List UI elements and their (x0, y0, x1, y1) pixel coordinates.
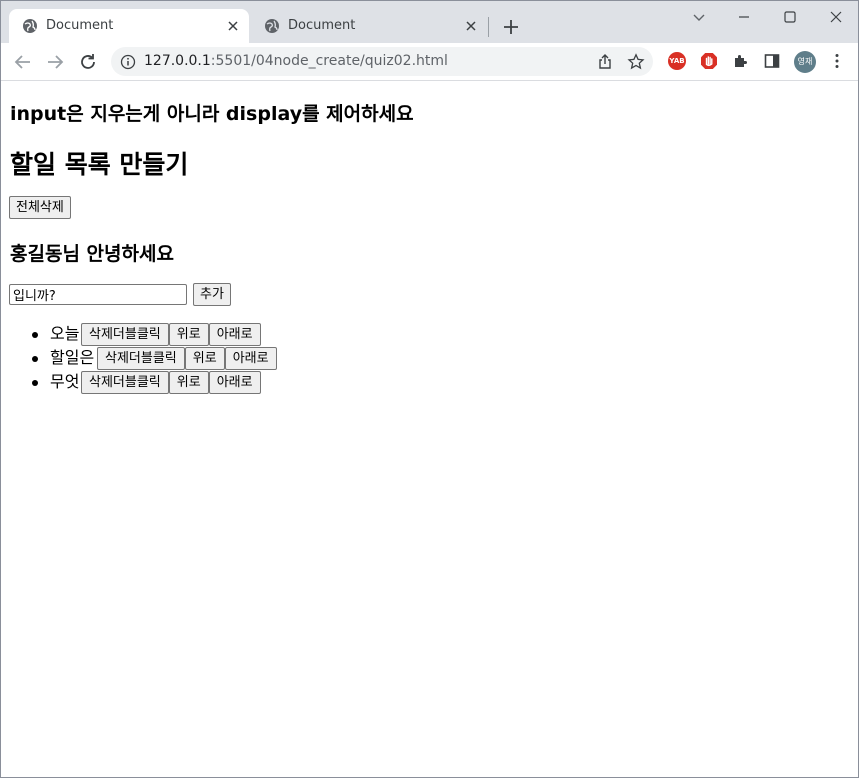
greeting-heading: 홍길동님 안녕하세요 (10, 243, 174, 265)
maximize-icon[interactable] (780, 7, 800, 27)
bullet (32, 332, 38, 338)
item-buttons: 삭제더블클릭 위로 아래로 (81, 371, 261, 394)
tab-document[interactable]: Document (251, 9, 487, 43)
bullet (32, 380, 38, 386)
globe-icon (23, 19, 37, 33)
extension-adblock-hand-icon[interactable] (700, 52, 718, 70)
close-tab-icon[interactable] (463, 18, 479, 34)
tab-strip: Document Document (1, 1, 858, 43)
browser-window: Document Document 127.0.0.1:5501/04node_… (0, 0, 859, 778)
address-bar[interactable]: 127.0.0.1:5501/04node_create/quiz02.html (111, 47, 653, 76)
tab-search-chevron-icon[interactable] (689, 7, 709, 27)
list-item: 무엇 삭제더블클릭 위로 아래로 (1, 371, 321, 395)
page-content: input은 지우는게 아니라 display를 제어하세요 할일 목록 만들기… (1, 81, 858, 777)
url-text[interactable]: 127.0.0.1:5501/04node_create/quiz02.html (144, 53, 448, 70)
tab-separator (488, 17, 489, 37)
move-up-button[interactable]: 위로 (168, 323, 209, 346)
move-down-button[interactable]: 아래로 (224, 347, 277, 370)
back-arrow-icon[interactable] (12, 51, 34, 73)
extensions-puzzle-icon[interactable] (732, 52, 750, 70)
tab-document-active[interactable]: Document (9, 9, 249, 43)
item-text: 할일은 (50, 348, 95, 367)
item-text: 무엇 (50, 372, 80, 391)
item-text: 오늘 (50, 324, 80, 343)
notice-heading: input은 지우는게 아니라 display를 제어하세요 (10, 103, 414, 125)
more-menu-icon[interactable] (828, 52, 846, 70)
move-down-button[interactable]: 아래로 (208, 371, 261, 394)
close-window-icon[interactable] (826, 7, 846, 27)
item-buttons: 삭제더블클릭 위로 아래로 (81, 323, 261, 346)
site-info-icon[interactable] (120, 54, 136, 70)
profile-label: 영재 (797, 57, 813, 66)
forward-arrow-icon[interactable] (44, 51, 66, 73)
list-item: 할일은 삭제더블클릭 위로 아래로 (1, 347, 321, 371)
item-buttons: 삭제더블클릭 위로 아래로 (97, 347, 277, 370)
side-panel-icon[interactable] (763, 52, 781, 70)
new-tab-plus-icon[interactable] (501, 17, 521, 37)
tab-title: Document (288, 18, 356, 33)
delete-all-button[interactable]: 전체삭제 (9, 196, 71, 219)
list-item: 오늘 삭제더블클릭 위로 아래로 (1, 323, 321, 347)
reload-icon[interactable] (77, 51, 99, 73)
globe-icon (265, 19, 279, 33)
move-up-button[interactable]: 위로 (168, 371, 209, 394)
move-up-button[interactable]: 위로 (184, 347, 225, 370)
tab-title: Document (46, 18, 114, 33)
close-tab-icon[interactable] (225, 18, 241, 34)
bullet (32, 356, 38, 362)
bookmark-star-icon[interactable] (627, 53, 645, 71)
share-icon[interactable] (596, 53, 614, 71)
url-path: :5501/04node_create/quiz02.html (210, 53, 448, 69)
delete-dblclick-button[interactable]: 삭제더블클릭 (97, 347, 185, 370)
add-button[interactable]: 추가 (193, 283, 231, 306)
delete-dblclick-button[interactable]: 삭제더블클릭 (81, 371, 169, 394)
todo-input[interactable] (9, 284, 187, 305)
minimize-icon[interactable] (734, 7, 754, 27)
url-host: 127.0.0.1 (144, 53, 211, 69)
extension-yab-icon[interactable]: YAB (668, 52, 686, 70)
move-down-button[interactable]: 아래로 (208, 323, 261, 346)
page-title: 할일 목록 만들기 (10, 150, 189, 179)
browser-toolbar: 127.0.0.1:5501/04node_create/quiz02.html… (1, 43, 858, 81)
extension-yab-label: YAB (669, 57, 685, 65)
profile-avatar[interactable]: 영재 (794, 51, 816, 73)
delete-dblclick-button[interactable]: 삭제더블클릭 (81, 323, 169, 346)
